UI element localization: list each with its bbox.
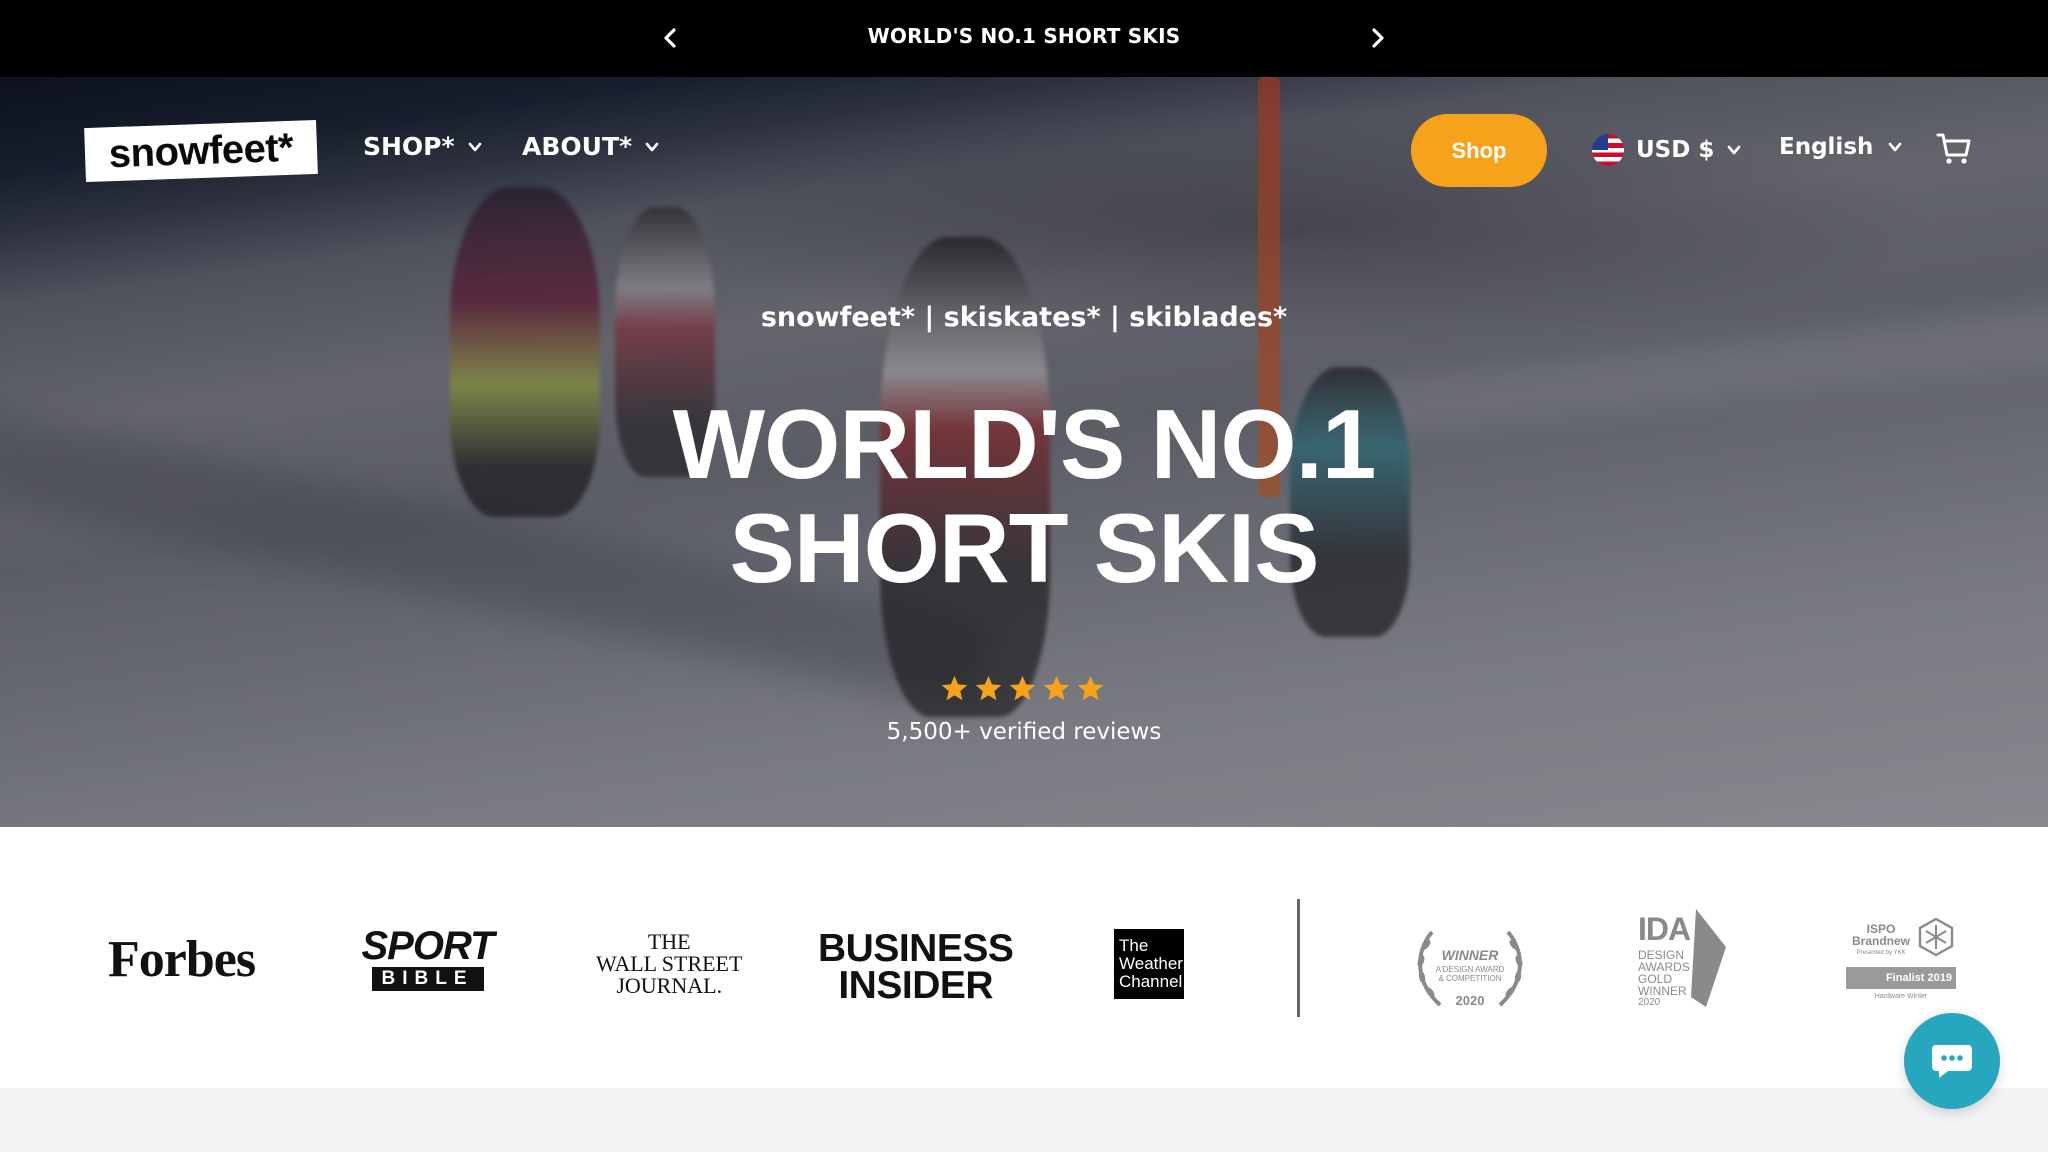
business-insider-logo: BUSINESS INSIDER [818,927,1014,1007]
language-selector[interactable]: English [1779,134,1903,160]
adesign-award-badge: WINNER A'DESIGN AWARD & COMPETITION 2020 [1410,917,1530,1017]
sportbible-logo: SPORT BIBLE [361,924,495,991]
hero-headline: WORLD'S NO.1 SHORT SKIS [0,392,2048,600]
ispo-award-badge: ISPO Brandnew Presented by YKK Finalist … [1846,917,1956,1007]
chat-icon [1932,1045,1972,1078]
forbes-logo: Forbes [108,931,256,988]
chevron-down-icon [1728,145,1741,155]
chat-button[interactable] [1904,1013,2000,1109]
star-icon [975,675,1002,701]
nav-about[interactable]: ABOUT* [522,132,660,161]
logo[interactable]: snowfeet* [84,119,318,183]
shop-button[interactable]: Shop [1411,114,1547,187]
hero-tagline: snowfeet* | skiskates* | skiblades* [760,302,1288,333]
nav-shop[interactable]: SHOP* [363,132,483,161]
press-divider [1297,899,1300,1017]
star-icon [941,675,968,701]
chevron-right-icon[interactable] [1362,22,1394,54]
star-icon [1009,675,1036,701]
language-label: English [1779,134,1874,160]
reviews-count[interactable]: 5,500+ verified reviews [0,719,2048,745]
chevron-down-icon [468,142,481,151]
chevron-down-icon [1889,142,1902,152]
chevron-down-icon [645,142,659,151]
press-logos: Forbes SPORT BIBLE THE WALL STREET JOURN… [0,827,2048,1088]
currency-label: USD $ [1636,137,1715,163]
currency-selector[interactable]: USD $ [1592,134,1742,166]
announcement-text[interactable]: WORLD'S NO.1 SHORT SKIS [0,24,2048,48]
rating-stars [940,674,1105,703]
weather-channel-logo: The Weather Channel [1114,929,1184,999]
star-icon [1077,675,1104,701]
announcement-bar: WORLD'S NO.1 SHORT SKIS [0,0,2048,77]
headline-line-1: WORLD'S NO.1 [672,389,1377,499]
us-flag-icon [1592,134,1624,166]
ida-award-badge: IDA DESIGN AWARDS GOLD WINNER 2020 [1636,907,1736,1012]
nav-shop-label: SHOP* [363,132,455,161]
nav-about-label: ABOUT* [522,132,633,161]
cart-icon[interactable] [1936,132,1972,166]
star-icon [1043,675,1070,701]
headline-line-2: SHORT SKIS [729,493,1320,603]
wsj-logo: THE WALL STREET JOURNAL. [596,929,743,998]
